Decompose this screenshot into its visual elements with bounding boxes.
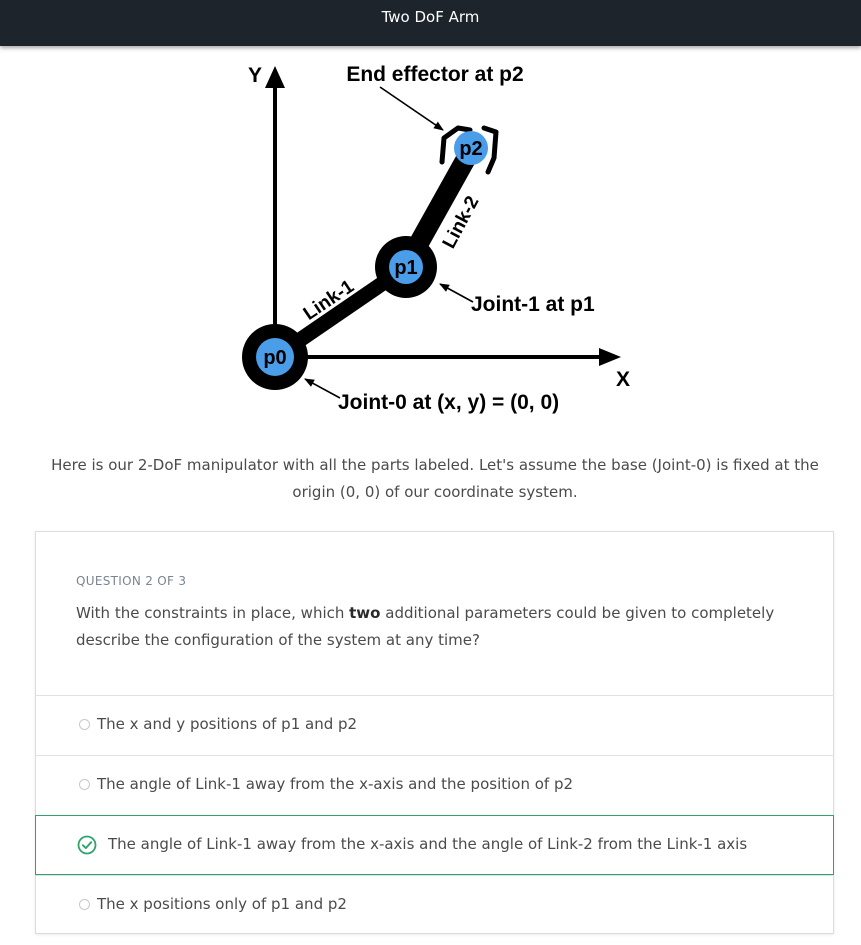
answer-option-1[interactable]: The x and y positions of p1 and p2 [35, 695, 834, 755]
question-text-pre: With the constraints in place, which [76, 604, 350, 622]
joint-p2-label: p2 [459, 138, 482, 160]
x-axis-arrowhead [599, 348, 621, 366]
joint-p0-label: p0 [263, 347, 286, 369]
check-circle-icon [77, 835, 97, 855]
top-bar: Two DoF Arm [0, 0, 861, 46]
radio-button[interactable] [79, 719, 90, 730]
joint-0-pointer [304, 378, 341, 399]
joint-1-pointer [439, 283, 474, 303]
answer-option-4[interactable]: The x positions only of p1 and p2 [35, 875, 834, 935]
joint-0-annotation: Joint-0 at (x, y) = (0, 0) [338, 391, 559, 414]
joint-1-annotation: Joint-1 at p1 [471, 293, 595, 316]
x-axis-label: X [616, 368, 630, 391]
answer-label: The angle of Link-1 away from the x-axis… [97, 775, 574, 793]
joint-p1-label: p1 [394, 257, 417, 279]
two-dof-arm-diagram: p0 p1 p2 Link-1 Link-2 Y X End effector … [242, 63, 630, 414]
y-axis-label: Y [248, 64, 262, 87]
y-axis-arrowhead [265, 66, 285, 88]
end-effector-pointer [379, 86, 444, 131]
end-effector-annotation: End effector at p2 [346, 63, 523, 86]
answer-label: The x positions only of p1 and p2 [97, 895, 347, 913]
answer-option-3-correct[interactable]: The angle of Link-1 away from the x-axis… [35, 815, 834, 875]
radio-button[interactable] [79, 899, 90, 910]
diagram-caption: Here is our 2-DoF manipulator with all t… [51, 456, 819, 501]
radio-button[interactable] [79, 779, 90, 790]
question-text: With the constraints in place, which two… [76, 600, 796, 654]
answer-label: The angle of Link-1 away from the x-axis… [108, 835, 748, 853]
answer-label: The x and y positions of p1 and p2 [97, 715, 358, 733]
answer-option-2[interactable]: The angle of Link-1 away from the x-axis… [35, 755, 834, 815]
question-text-emphasis: two [349, 604, 381, 622]
question-counter: QUESTION 2 OF 3 [76, 574, 187, 588]
page-title: Two DoF Arm [381, 8, 480, 26]
quiz-card: QUESTION 2 OF 3 With the constraints in … [35, 531, 834, 934]
